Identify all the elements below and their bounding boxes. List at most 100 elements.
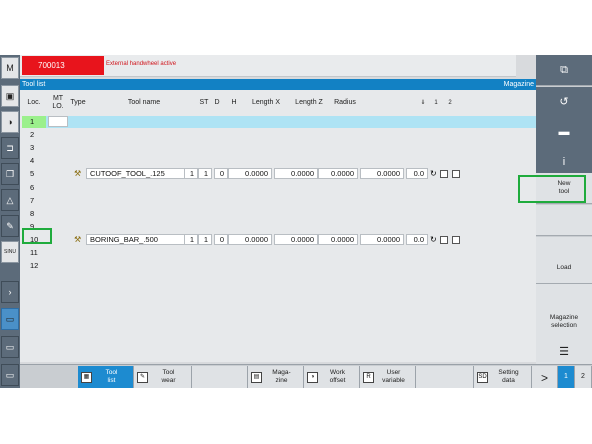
d-field[interactable]: 1 (198, 168, 212, 180)
machine-logo-icon[interactable]: M (1, 57, 19, 79)
panel2-icon[interactable]: ▭ (1, 364, 19, 386)
coolant-1-checkbox[interactable] (440, 170, 448, 179)
alarm-code[interactable]: 700013 (22, 56, 104, 75)
length-x-field[interactable]: 0.0000 (228, 168, 272, 180)
coolant-2-checkbox[interactable] (452, 235, 460, 244)
radius-field[interactable]: 0.0000 (318, 168, 358, 180)
user-variable-button[interactable]: R User variable (360, 366, 416, 388)
location-cell[interactable]: 10 (22, 234, 46, 246)
undo-icon[interactable]: ↺ (536, 87, 592, 118)
length-z-field[interactable]: 0.0000 (274, 233, 318, 245)
next-page-button[interactable]: > (532, 366, 558, 388)
mt-lo-field[interactable] (48, 116, 68, 127)
page: 700013 External handwheel active M ▣ ◑ ⊐… (0, 0, 592, 444)
value2-field[interactable]: 0.0 (406, 168, 428, 180)
table-row[interactable]: 2 (20, 129, 536, 142)
empty-hkey-2[interactable] (416, 366, 474, 388)
table-row[interactable]: 11 (20, 247, 536, 260)
st-field[interactable]: 1 (184, 168, 198, 180)
location-cell[interactable]: 4 (22, 155, 46, 167)
magazine-button[interactable]: ▤ Maga- zine (248, 366, 304, 388)
col-radius: Radius (334, 98, 356, 106)
page-2-button[interactable]: 2 (575, 366, 592, 388)
coolant-2-checkbox[interactable] (452, 170, 460, 179)
radius-field[interactable]: 0.0000 (318, 233, 358, 245)
col-d: D (214, 98, 220, 106)
zoom-icon[interactable]: ⧉ (536, 55, 592, 86)
table-row[interactable]: 3 (20, 142, 536, 155)
location-cell[interactable]: 1 (22, 116, 46, 128)
logo-text: M (6, 63, 14, 73)
bracket-icon[interactable]: ⊐ (1, 137, 19, 159)
coolant-1-checkbox[interactable] (440, 235, 448, 244)
col-length-x: Length X (251, 98, 281, 106)
table-row[interactable]: 5 ⚒ CUTOOF_TOOL_.125 1 1 0 0.0000 0.0000 0.0000 0… (20, 168, 536, 181)
length-z-field[interactable]: 0.0000 (274, 168, 318, 180)
window-icon[interactable]: ▭ (1, 308, 19, 330)
col-h: H (231, 98, 237, 106)
location-cell[interactable]: 2 (22, 129, 46, 141)
col-loc: Loc. (27, 98, 41, 106)
table-row[interactable]: 7 (20, 195, 536, 208)
spindle-direction-icon[interactable]: ↻ (430, 234, 437, 246)
location-cell[interactable]: 9 (22, 221, 46, 233)
display-icon[interactable]: ▬ (536, 117, 592, 148)
sd-icon: SD (477, 372, 488, 383)
spindle-direction-icon[interactable]: ↻ (430, 168, 437, 180)
table-row[interactable]: 8 (20, 208, 536, 221)
load-button[interactable]: Load (536, 253, 592, 284)
tool-list-button[interactable]: ▦ Tool list (78, 366, 134, 388)
location-cell[interactable]: 3 (22, 142, 46, 154)
work-offset-button[interactable]: ◑ Work offset (304, 366, 360, 388)
magazine-icon: ▤ (251, 372, 262, 383)
empty-hkey-1[interactable] (192, 366, 248, 388)
work-offset-icon: ◑ (307, 372, 318, 383)
magazine-selection-button[interactable]: Magazine selection (536, 307, 592, 338)
length-x-field[interactable]: 0.0000 (228, 233, 272, 245)
value1-field[interactable]: 0.0000 (360, 168, 404, 180)
col-coolant2-icon: 2 (448, 99, 452, 106)
h-field[interactable]: 0 (214, 168, 228, 180)
location-cell[interactable]: 11 (22, 247, 46, 259)
page-1-button[interactable]: 1 (558, 366, 575, 388)
table-row[interactable]: 9 (20, 221, 536, 234)
wrench-icon[interactable]: ✎ (1, 215, 19, 237)
tool-type-icon: ⚒ (74, 169, 82, 179)
files-icon[interactable]: ❐ (1, 163, 19, 185)
col-mt-lo: MT LO. (52, 94, 64, 110)
table-row[interactable]: 4 (20, 155, 536, 168)
tool-wear-button[interactable]: ✎ Tool wear (134, 366, 192, 388)
bottom-softkeys: ▦ Tool list ✎ Tool wear ▤ Maga- zine ◑ Work … (20, 364, 592, 388)
setting-data-button[interactable]: SD Setting data (474, 366, 532, 388)
location-cell[interactable]: 12 (22, 260, 46, 272)
panel-icon[interactable]: ▭ (1, 336, 19, 358)
table-row[interactable]: 12 (20, 260, 536, 273)
tool-name-field[interactable]: BORING_BAR_.500 (86, 233, 196, 245)
h-field[interactable]: 0 (214, 233, 228, 245)
right-softkeys: ⧉ ↺ ▬ i New tool Load Magazine selection… (536, 55, 592, 368)
hmi-screen: 700013 External handwheel active M ▣ ◑ ⊐… (0, 55, 592, 388)
location-cell[interactable]: 8 (22, 208, 46, 220)
offset-icon[interactable]: ◑ (1, 111, 19, 133)
col-st: ST (199, 98, 209, 106)
value2-field[interactable]: 0.0 (406, 233, 428, 245)
st-field[interactable]: 1 (184, 233, 198, 245)
value1-field[interactable]: 0.0000 (360, 233, 404, 245)
col-type: Type (70, 98, 86, 106)
location-cell[interactable]: 6 (22, 182, 46, 194)
program-icon[interactable]: ▣ (1, 85, 19, 107)
tool-name-field[interactable]: CUTOOF_TOOL_.125 (86, 168, 196, 180)
title-right: Magazine (503, 81, 534, 88)
table-row[interactable]: 6 (20, 182, 536, 195)
warning-icon[interactable]: △ (1, 189, 19, 211)
table-row[interactable]: 1 (20, 116, 536, 129)
new-tool-button[interactable]: New tool (536, 173, 592, 204)
location-cell[interactable]: 5 (22, 168, 46, 180)
left-toolbar: M ▣ ◑ ⊐ ❐ △ ✎ SINU › ▭ ▭ ▭ (0, 55, 20, 388)
location-cell[interactable]: 7 (22, 195, 46, 207)
expand-arrow-icon[interactable]: › (1, 281, 19, 303)
empty-softkey-1[interactable] (536, 205, 592, 236)
sinumerik-icon[interactable]: SINU (1, 241, 19, 263)
table-row[interactable]: 10 ⚒ BORING_BAR_.500 1 1 0 0.0000 0.0000 0.0000 0… (20, 233, 536, 247)
d-field[interactable]: 1 (198, 233, 212, 245)
